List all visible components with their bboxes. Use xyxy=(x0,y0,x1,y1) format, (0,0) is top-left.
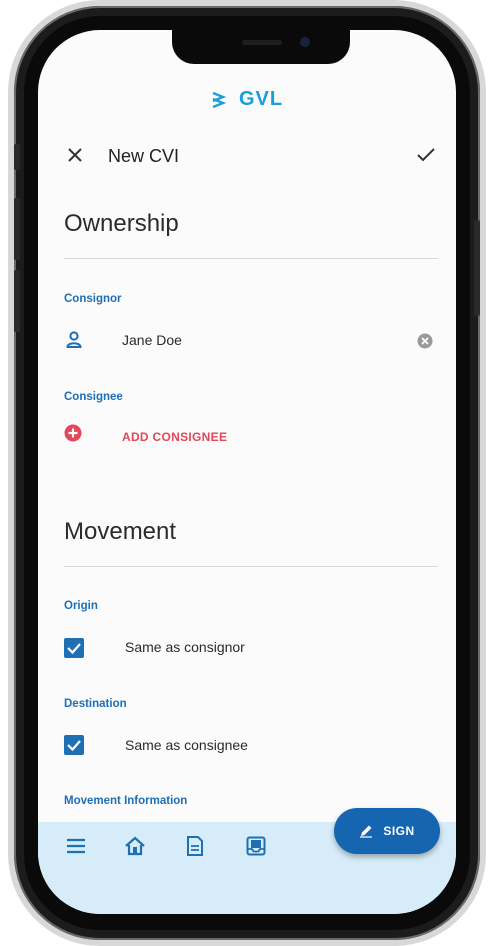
speaker xyxy=(242,40,282,45)
sign-button[interactable]: SIGN xyxy=(334,808,440,854)
mute-switch xyxy=(14,144,20,170)
add-consignee-button[interactable] xyxy=(64,424,82,442)
pencil-icon xyxy=(360,825,373,838)
gvl-logo-icon xyxy=(212,91,227,108)
origin-checkbox[interactable] xyxy=(64,638,84,658)
destination-label: Destination xyxy=(64,698,127,710)
home-icon[interactable] xyxy=(124,836,146,856)
consignor-label: Consignor xyxy=(64,293,122,305)
inbox-icon[interactable] xyxy=(246,836,266,856)
volume-up-button xyxy=(14,198,20,260)
movement-information-label: Movement Information xyxy=(64,795,188,807)
front-camera xyxy=(300,37,310,47)
volume-down-button xyxy=(14,270,20,332)
close-icon[interactable] xyxy=(66,146,84,164)
checkmark-icon xyxy=(67,643,81,655)
add-consignee-label[interactable]: ADD CONSIGNEE xyxy=(122,430,227,444)
add-circle-icon xyxy=(64,424,82,442)
check-icon[interactable] xyxy=(416,146,436,164)
consignee-label: Consignee xyxy=(64,391,123,403)
divider xyxy=(64,258,438,259)
origin-label: Origin xyxy=(64,600,98,612)
power-button xyxy=(474,220,480,316)
destination-checkbox-label[interactable]: Same as consignee xyxy=(125,737,248,753)
brand-name: GVL xyxy=(238,88,284,110)
sign-button-label: SIGN xyxy=(383,824,415,838)
ownership-title: Ownership xyxy=(64,210,179,237)
menu-icon[interactable] xyxy=(66,838,86,854)
document-icon[interactable] xyxy=(186,836,204,856)
app-header: New CVI xyxy=(38,140,456,176)
movement-title: Movement xyxy=(64,518,177,545)
brand-logo: GVL xyxy=(38,88,456,111)
notch xyxy=(172,30,350,64)
clear-circle-icon[interactable] xyxy=(417,333,433,349)
consignor-value[interactable]: Jane Doe xyxy=(122,332,182,348)
app-screen: GVL New CVI Ownership Consignor Jane Doe… xyxy=(38,30,456,914)
checkmark-icon xyxy=(67,740,81,752)
destination-checkbox[interactable] xyxy=(64,735,84,755)
person-icon xyxy=(66,331,82,348)
origin-checkbox-label[interactable]: Same as consignor xyxy=(125,639,245,655)
page-title: New CVI xyxy=(108,146,180,166)
divider xyxy=(64,566,438,567)
